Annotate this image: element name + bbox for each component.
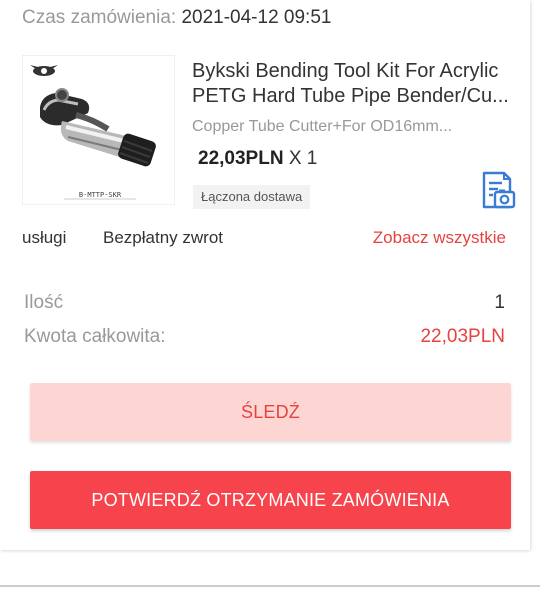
- image-caption: B-MTTP-SKR: [79, 191, 122, 199]
- brand-logo: [30, 65, 58, 76]
- services-label: usługi: [22, 228, 67, 247]
- pipe-cutter-tool-image: B-MTTP-SKR: [30, 65, 156, 200]
- tool-body: [40, 88, 156, 167]
- total-label: Kwota całkowita:: [24, 326, 166, 347]
- confirm-receipt-button[interactable]: POTWIERDŹ OTRZYMANIE ZAMÓWIENIA: [30, 471, 511, 529]
- product-quantity: X 1: [288, 148, 318, 169]
- product-sku: Copper Tube Cutter+For OD16mm...: [192, 118, 453, 135]
- product-image[interactable]: B-MTTP-SKR: [22, 55, 175, 205]
- services-value: Bezpłatny zwrot: [103, 228, 223, 247]
- divider: [0, 585, 540, 587]
- total-value: 22,03PLN: [420, 326, 505, 347]
- order-card: Czas zamówienia: 2021-04-12 09:51 B-MTTP…: [0, 0, 530, 550]
- see-all-link[interactable]: Zobacz wszystkie: [373, 228, 506, 248]
- receipt-icon[interactable]: [480, 171, 516, 211]
- track-button[interactable]: ŚLEDŹ: [30, 383, 511, 441]
- price-row: 22,03PLN X 1: [198, 148, 317, 170]
- order-time-label: Czas zamówienia:: [22, 7, 177, 28]
- shipping-tag: Łączona dostawa: [193, 185, 311, 209]
- product-title[interactable]: Bykski Bending Tool Kit For Acrylic PETG…: [192, 59, 517, 109]
- order-time-value: 2021-04-12 09:51: [181, 7, 332, 28]
- quantity-label: Ilość: [24, 292, 64, 313]
- product-price: 22,03PLN: [198, 148, 284, 169]
- quantity-value: 1: [494, 292, 505, 313]
- order-time: Czas zamówienia: 2021-04-12 09:51: [22, 7, 331, 29]
